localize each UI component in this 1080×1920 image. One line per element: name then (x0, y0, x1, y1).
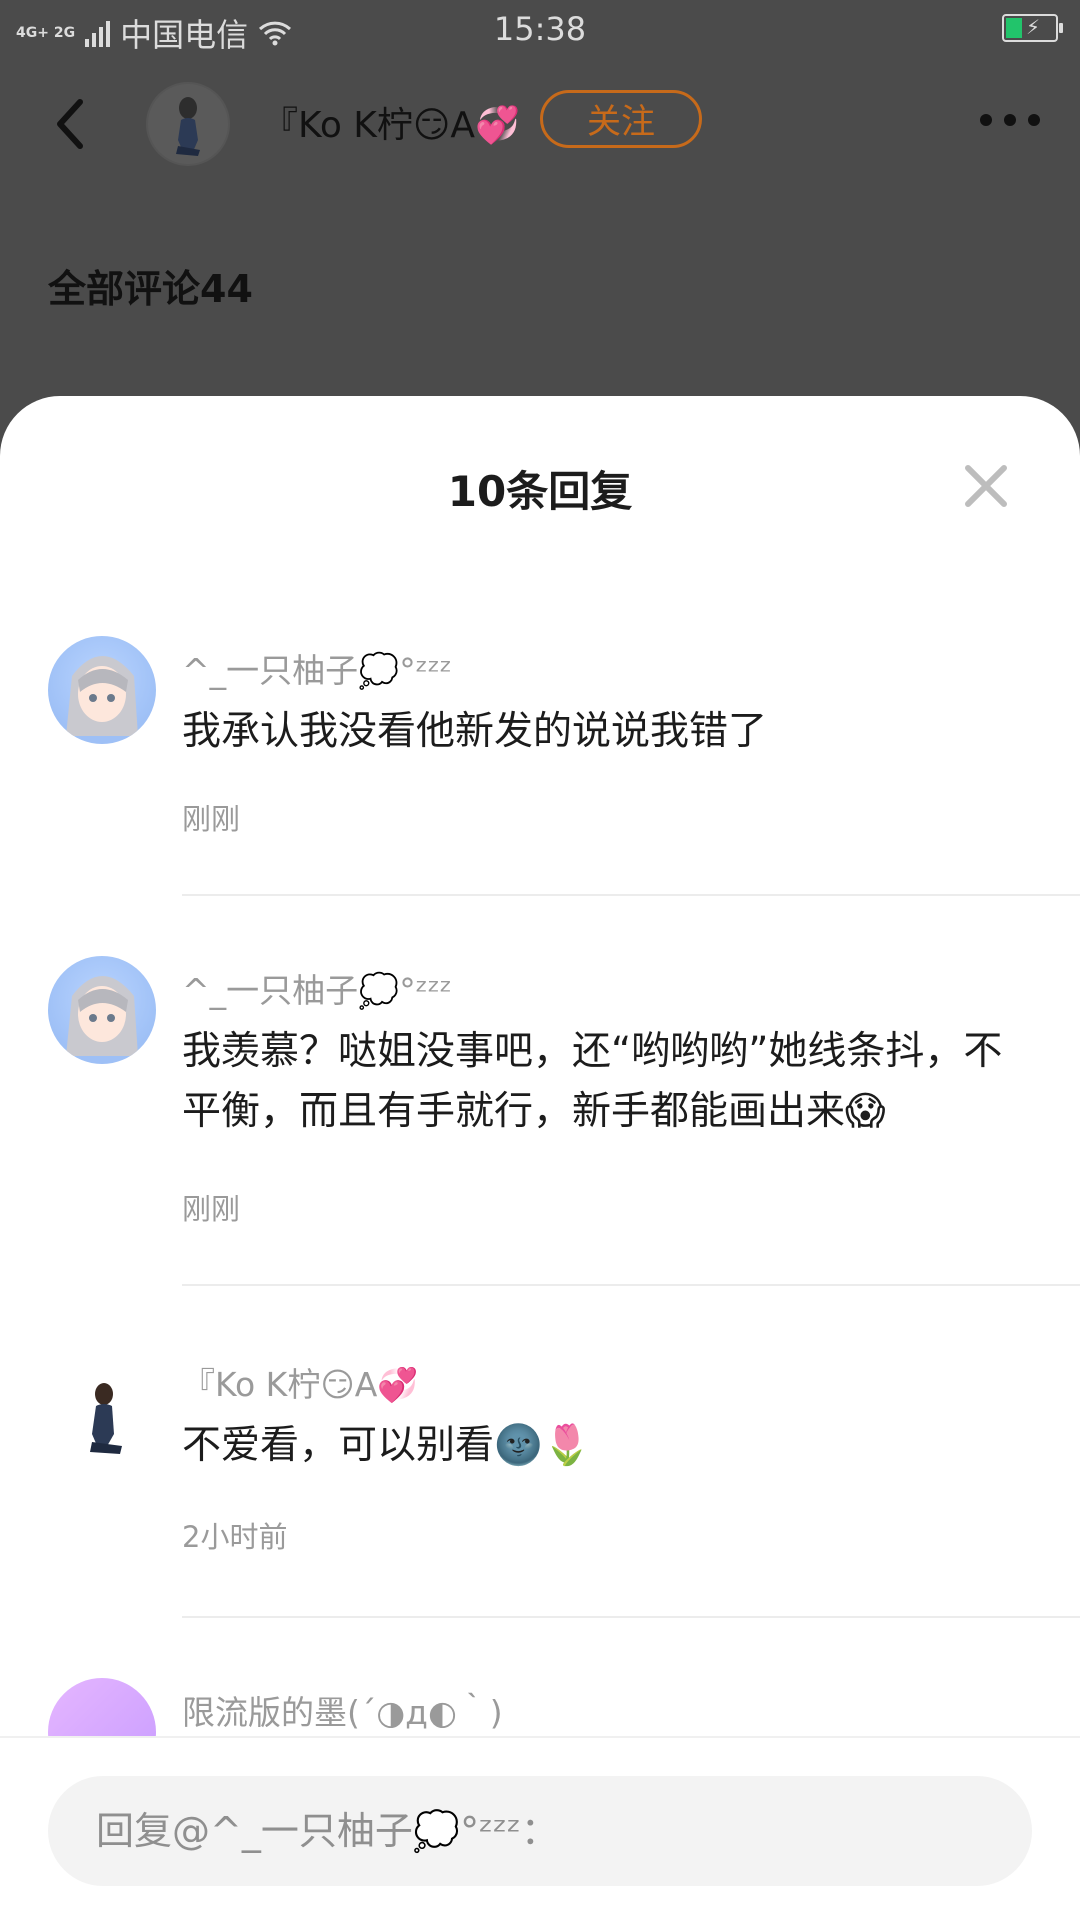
anime-girl-icon (66, 656, 138, 736)
reply-content[interactable]: 我羡慕？哒姐没事吧，还“哟哟哟”她线条抖，不平衡，而且有手就行，新手都能画出来😱 (182, 1022, 1022, 1142)
author-avatar[interactable] (146, 82, 230, 166)
reply-divider (182, 1616, 1080, 1618)
follow-button[interactable]: 关注 (540, 90, 702, 148)
charging-icon: ⚡ (1026, 15, 1041, 39)
battery-icon: ⚡ (1002, 14, 1063, 42)
reply-username[interactable]: ^_一只柚子💭°ᶻᶻᶻ (182, 644, 452, 692)
more-options-icon[interactable] (980, 114, 1040, 126)
replies-sheet: 10条回复 ^_一只柚子💭°ᶻᶻᶻ 我承认我没看他新发的说说我错了 刚刚 ^_一… (0, 396, 1080, 1920)
status-time: 15:38 (493, 10, 587, 48)
reply-content[interactable]: 我承认我没看他新发的说说我错了 (182, 702, 1022, 762)
reply-list[interactable]: 10条回复 ^_一只柚子💭°ᶻᶻᶻ 我承认我没看他新发的说说我错了 刚刚 ^_一… (0, 396, 1080, 1736)
status-bar: 4G+ 2G 中国电信 15:38 ⚡ (0, 0, 1080, 58)
avatar[interactable] (48, 636, 156, 744)
reply-username[interactable]: 限流版的墨(´◑д◐｀) (182, 1686, 503, 1734)
close-icon[interactable] (964, 464, 1008, 508)
figure-icon (90, 1383, 122, 1454)
avatar[interactable] (48, 1678, 156, 1736)
reply-divider (182, 1284, 1080, 1286)
figure-icon (176, 97, 200, 156)
sheet-title: 10条回复 (447, 467, 633, 516)
battery-level (1006, 18, 1022, 38)
author-name[interactable]: 『Ko K柠😏A💞 (262, 96, 520, 148)
reply-input[interactable]: 回复@^_一只柚子💭°ᶻᶻᶻ： (48, 1776, 1032, 1886)
avatar[interactable] (48, 956, 156, 1064)
anime-girl-icon (66, 976, 138, 1056)
reply-time: 2小时前 (182, 1520, 288, 1554)
back-arrow-icon[interactable] (48, 94, 92, 154)
reply-divider (182, 894, 1080, 896)
reply-bar: 回复@^_一只柚子💭°ᶻᶻᶻ： (0, 1736, 1080, 1920)
all-comments-heading: 全部评论44 (48, 267, 253, 311)
reply-username[interactable]: 『Ko K柠😏A💞 (182, 1358, 418, 1406)
comment-replies-screen: 4G+ 2G 中国电信 15:38 ⚡ 『Ko K柠😏A💞 关注 全部评论44 … (0, 0, 1080, 1920)
avatar[interactable] (48, 1364, 156, 1472)
reply-content[interactable]: 不爱看，可以别看🌚🌷 (182, 1416, 1022, 1476)
reply-username[interactable]: ^_一只柚子💭°ᶻᶻᶻ (182, 964, 452, 1012)
post-header: 『Ko K柠😏A💞 关注 (0, 70, 1080, 180)
reply-time: 刚刚 (182, 1192, 241, 1226)
reply-time: 刚刚 (182, 802, 241, 836)
